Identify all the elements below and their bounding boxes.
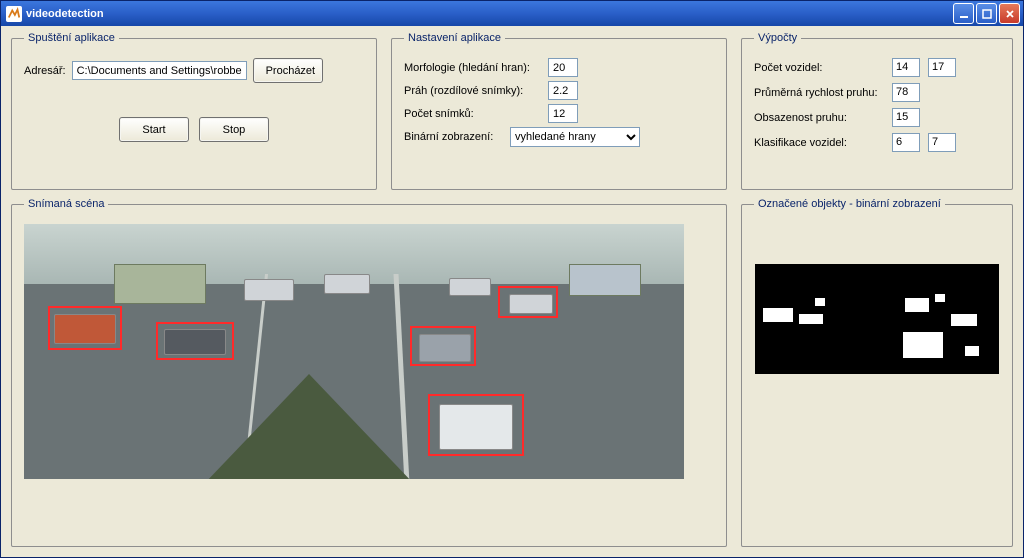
frames-input[interactable]: [548, 104, 578, 123]
dir-input[interactable]: [72, 61, 247, 80]
scene-legend: Snímaná scéna: [24, 198, 108, 210]
bin-label: Binární zobrazení:: [404, 131, 504, 143]
binary-legend: Označené objekty - binární zobrazení: [754, 198, 945, 210]
detection-box: [410, 326, 476, 366]
binary-panel: Označené objekty - binární zobrazení: [741, 198, 1013, 547]
app-window: videodetection Spuštění aplikace Adresář…: [0, 0, 1024, 558]
titlebar: videodetection: [1, 1, 1023, 26]
count-label: Počet vozidel:: [754, 62, 884, 74]
calc-legend: Výpočty: [754, 32, 801, 44]
class-val-b: 7: [928, 133, 956, 152]
stop-button[interactable]: Stop: [199, 117, 269, 142]
detection-box: [498, 286, 558, 318]
class-val-a: 6: [892, 133, 920, 152]
launch-panel: Spuštění aplikace Adresář: Procházet Sta…: [11, 32, 377, 190]
calc-panel: Výpočty Počet vozidel: 14 17 Průměrná ry…: [741, 32, 1013, 190]
binary-image: [755, 264, 999, 374]
detection-box: [428, 394, 524, 456]
speed-val: 78: [892, 83, 920, 102]
dir-label: Adresář:: [24, 65, 66, 77]
count-val-a: 14: [892, 58, 920, 77]
launch-legend: Spuštění aplikace: [24, 32, 119, 44]
detection-box: [156, 322, 234, 360]
class-label: Klasifikace vozidel:: [754, 137, 884, 149]
settings-legend: Nastavení aplikace: [404, 32, 505, 44]
scene-image: [24, 224, 684, 479]
frames-label: Počet snímků:: [404, 108, 542, 120]
morph-input[interactable]: [548, 58, 578, 77]
thresh-label: Práh (rozdílové snímky):: [404, 85, 542, 97]
close-button[interactable]: [999, 3, 1020, 24]
bin-select[interactable]: vyhledané hrany: [510, 127, 640, 147]
matlab-icon: [6, 6, 22, 22]
thresh-input[interactable]: [548, 81, 578, 100]
speed-label: Průměrná rychlost pruhu:: [754, 87, 884, 99]
scene-panel: Snímaná scéna: [11, 198, 727, 547]
count-val-b: 17: [928, 58, 956, 77]
occ-val: 15: [892, 108, 920, 127]
maximize-button[interactable]: [976, 3, 997, 24]
morph-label: Morfologie (hledání hran):: [404, 62, 542, 74]
occ-label: Obsazenost pruhu:: [754, 112, 884, 124]
minimize-button[interactable]: [953, 3, 974, 24]
window-title: videodetection: [26, 8, 953, 20]
browse-button[interactable]: Procházet: [253, 58, 323, 83]
start-button[interactable]: Start: [119, 117, 189, 142]
settings-panel: Nastavení aplikace Morfologie (hledání h…: [391, 32, 727, 190]
detection-box: [48, 306, 122, 350]
